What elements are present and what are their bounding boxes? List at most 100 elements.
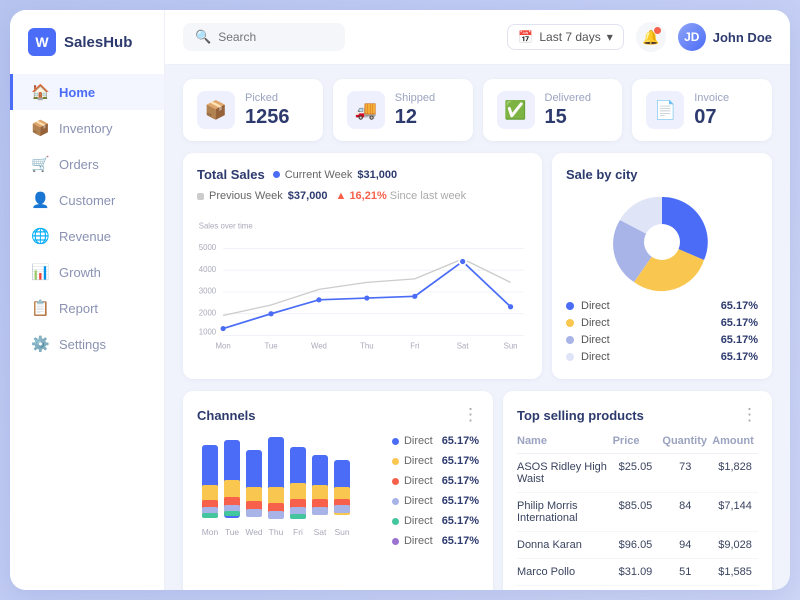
- table-body: ASOS Ridley High Waist $25.05 73 $1,828P…: [517, 454, 758, 590]
- channels-title: Channels: [197, 408, 256, 423]
- calendar-icon: 📅: [518, 30, 533, 44]
- shipped-label: Shipped: [395, 92, 435, 104]
- date-filter[interactable]: 📅 Last 7 days ▾: [507, 24, 623, 50]
- change-value: 16,21%: [349, 190, 386, 202]
- sidebar-item-label: Settings: [59, 337, 106, 352]
- svg-text:4000: 4000: [199, 265, 217, 274]
- svg-text:Tue: Tue: [264, 342, 277, 351]
- pie-legend-label-3: Direct: [581, 351, 714, 363]
- table-header-quantity: Quantity: [662, 435, 708, 447]
- sidebar-item-inventory[interactable]: 📦 Inventory: [10, 110, 164, 146]
- product-price-0: $25.05: [613, 461, 659, 485]
- pie-dot-2: [566, 336, 574, 344]
- pie-title: Sale by city: [566, 167, 758, 182]
- stat-card-invoice: 📄 Invoice 07: [632, 79, 772, 141]
- pie-legend-value-1: 65.17%: [721, 317, 758, 329]
- channels-legend-label-5: Direct: [404, 535, 433, 547]
- avatar: JD: [678, 23, 706, 51]
- arrow-up-icon: ▲: [336, 190, 347, 202]
- line-chart-container: Sales over time 5000 4000 3000 2000 1000: [197, 210, 528, 365]
- notification-button[interactable]: 🔔: [636, 22, 666, 52]
- table-row: Dolce Gabbana $27.09 78 $2,113: [517, 586, 758, 590]
- pie-legend-label-2: Direct: [581, 334, 714, 346]
- pie-legend-value-3: 65.17%: [721, 351, 758, 363]
- channels-legend-item-5: Direct 65.17%: [392, 535, 479, 547]
- picked-value: 1256: [245, 106, 290, 129]
- product-amount-3: $1,585: [712, 566, 758, 578]
- channels-legend-value-5: 65.17%: [442, 535, 479, 547]
- sidebar-item-orders[interactable]: 🛒 Orders: [10, 146, 164, 182]
- bar-chart-area: Mon Tue Wed Thu Fri Sat Sun: [197, 435, 382, 550]
- channels-legend: Direct 65.17% Direct 65.17% Direct 65.17…: [392, 435, 479, 550]
- sidebar-item-label: Home: [59, 85, 95, 100]
- table-row: Marco Pollo $31.09 51 $1,585: [517, 559, 758, 586]
- delivered-value: 15: [545, 106, 591, 129]
- pie-chart-svg: [612, 192, 712, 292]
- search-box[interactable]: 🔍: [183, 23, 345, 51]
- product-amount-2: $9,028: [712, 539, 758, 551]
- svg-text:Thu: Thu: [269, 527, 284, 537]
- product-price-3: $31.09: [613, 566, 659, 578]
- product-quantity-3: 51: [662, 566, 708, 578]
- product-amount-0: $1,828: [712, 461, 758, 485]
- sidebar-item-revenue[interactable]: 🌐 Revenue: [10, 218, 164, 254]
- table-header-amount: Amount: [712, 435, 758, 447]
- channels-legend-item-4: Direct 65.17%: [392, 515, 479, 527]
- sidebar-item-customer[interactable]: 👤 Customer: [10, 182, 164, 218]
- chart-header: Total Sales Current Week $31,000 Previou…: [197, 167, 528, 202]
- previous-week-value: $37,000: [288, 190, 328, 202]
- channels-legend-label-0: Direct: [404, 435, 433, 447]
- table-row: Philip Morris International $85.05 84 $7…: [517, 493, 758, 532]
- top-products-more-button[interactable]: ⋮: [741, 405, 758, 425]
- pie-chart-container: [566, 192, 758, 292]
- topbar: 🔍 📅 Last 7 days ▾ 🔔 JD John Doe: [165, 10, 790, 65]
- sidebar-item-label: Report: [59, 301, 98, 316]
- pie-dot-3: [566, 353, 574, 361]
- home-icon: 🏠: [31, 83, 49, 101]
- stat-card-shipped: 🚚 Shipped 12: [333, 79, 473, 141]
- app-container: W SalesHub 🏠 Home📦 Inventory🛒 Orders👤 Cu…: [10, 10, 790, 590]
- channels-card: Channels ⋮: [183, 391, 493, 590]
- svg-text:Wed: Wed: [245, 527, 263, 537]
- table-header-price: Price: [613, 435, 659, 447]
- revenue-icon: 🌐: [31, 227, 49, 245]
- user-area[interactable]: JD John Doe: [678, 23, 772, 51]
- sidebar-item-label: Orders: [59, 157, 99, 172]
- svg-text:Sat: Sat: [314, 527, 327, 537]
- svg-text:Wed: Wed: [311, 342, 327, 351]
- svg-text:Sun: Sun: [334, 527, 349, 537]
- delivered-info: Delivered 15: [545, 92, 591, 129]
- sidebar-item-report[interactable]: 📋 Report: [10, 290, 164, 326]
- channels-legend-label-2: Direct: [404, 475, 433, 487]
- product-quantity-0: 73: [662, 461, 708, 485]
- sidebar-item-label: Growth: [59, 265, 101, 280]
- sidebar-item-label: Inventory: [59, 121, 112, 136]
- table-header-name: Name: [517, 435, 609, 447]
- user-name: John Doe: [713, 30, 772, 45]
- svg-text:Mon: Mon: [202, 527, 219, 537]
- delivered-label: Delivered: [545, 92, 591, 104]
- sidebar-item-growth[interactable]: 📊 Growth: [10, 254, 164, 290]
- product-quantity-1: 84: [662, 500, 708, 524]
- svg-text:5000: 5000: [199, 243, 217, 252]
- current-week-value: $31,000: [357, 169, 397, 181]
- sidebar-item-settings[interactable]: ⚙️ Settings: [10, 326, 164, 362]
- channels-more-button[interactable]: ⋮: [462, 405, 479, 425]
- picked-icon: 📦: [197, 91, 235, 129]
- channels-header: Channels ⋮: [197, 405, 479, 425]
- svg-text:2000: 2000: [199, 308, 217, 317]
- bar-chart-svg: Mon Tue Wed Thu Fri Sat Sun: [197, 435, 367, 545]
- shipped-icon: 🚚: [347, 91, 385, 129]
- chart-title: Total Sales: [197, 167, 265, 182]
- sale-by-city-card: Sale by city: [552, 153, 772, 379]
- product-name-3: Marco Pollo: [517, 566, 609, 578]
- search-input[interactable]: [218, 30, 333, 44]
- report-icon: 📋: [31, 299, 49, 317]
- table-row: Donna Karan $96.05 94 $9,028: [517, 532, 758, 559]
- product-price-1: $85.05: [613, 500, 659, 524]
- sidebar-item-home[interactable]: 🏠 Home: [10, 74, 164, 110]
- sidebar-item-label: Revenue: [59, 229, 111, 244]
- pie-legend: Direct 65.17% Direct 65.17% Direct 65.17…: [566, 300, 758, 363]
- invoice-label: Invoice: [694, 92, 729, 104]
- product-name-1: Philip Morris International: [517, 500, 609, 524]
